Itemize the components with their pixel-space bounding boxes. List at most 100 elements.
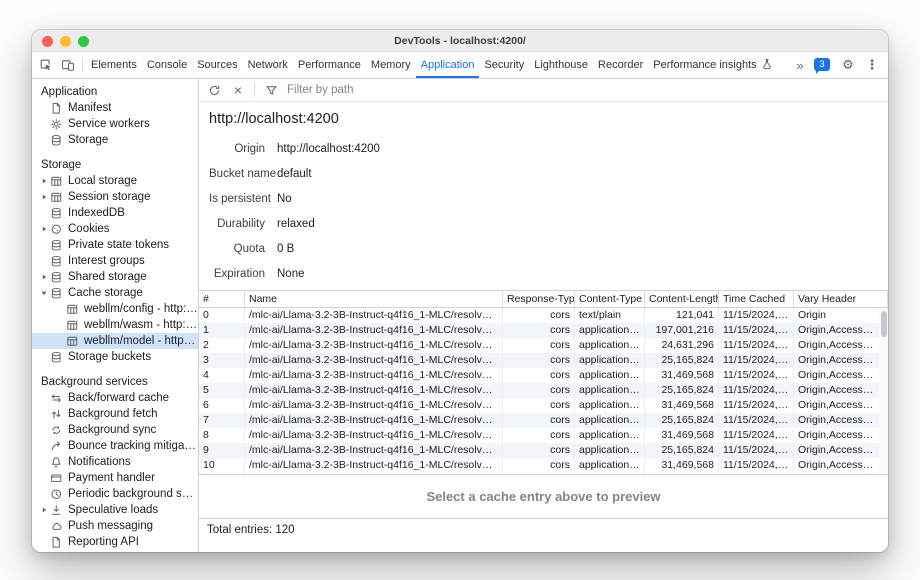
cell-name: /mlc-ai/Llama-3.2-3B-Instruct-q4f16_1-ML… <box>245 398 503 413</box>
cache-entry-row[interactable]: 7/mlc-ai/Llama-3.2-3B-Instruct-q4f16_1-M… <box>199 413 888 428</box>
cache-entry-row[interactable]: 6/mlc-ai/Llama-3.2-3B-Instruct-q4f16_1-M… <box>199 398 888 413</box>
device-toolbar-icon[interactable] <box>57 54 79 76</box>
cache-entry-row[interactable]: 0/mlc-ai/Llama-3.2-3B-Instruct-q4f16_1-M… <box>199 308 888 323</box>
tab-lighthouse[interactable]: Lighthouse <box>529 52 593 78</box>
sidebar-item-cache-storage[interactable]: Cache storage <box>32 285 198 301</box>
cell-vary-header: Origin,Access… <box>794 473 888 475</box>
sidebar-item-speculative-loads[interactable]: Speculative loads <box>32 502 198 518</box>
cell-time-cached: 11/15/2024, 10… <box>719 353 794 368</box>
sidebar-item-label: Interest groups <box>68 255 145 267</box>
cache-entry-row[interactable]: 10/mlc-ai/Llama-3.2-3B-Instruct-q4f16_1-… <box>199 458 888 473</box>
settings-gear-icon[interactable]: ⚙ <box>837 54 859 76</box>
chevron-down-icon[interactable] <box>38 289 49 297</box>
column-header-vary-header[interactable]: Vary Header <box>794 291 888 307</box>
refresh-icon[interactable] <box>203 79 225 101</box>
sidebar-item-interest-groups[interactable]: Interest groups <box>32 253 198 269</box>
sidebar-item-payment-handler[interactable]: Payment handler <box>32 470 198 486</box>
column-header-content-length[interactable]: Content-Length <box>645 291 719 307</box>
chevron-right-icon[interactable] <box>38 273 49 281</box>
flask-icon <box>761 58 773 73</box>
tab-network[interactable]: Network <box>243 52 293 78</box>
cache-entry-row[interactable]: 11/mlc-ai/Llama-3.2-3B-Instruct-q4f16_1-… <box>199 473 888 475</box>
database-icon <box>49 255 64 268</box>
sidebar-item-label: Service workers <box>68 118 150 130</box>
sidebar-item-cookies[interactable]: Cookies <box>32 221 198 237</box>
chevron-right-icon[interactable] <box>38 193 49 201</box>
console-messages-badge[interactable]: 3 <box>814 58 830 71</box>
kebab-menu-icon[interactable]: ⋮ <box>861 54 883 76</box>
sidebar-item-webllm-model-http-loc[interactable]: webllm/model - http://loc… <box>32 333 198 349</box>
sidebar-item-storage-buckets[interactable]: Storage buckets <box>32 349 198 365</box>
tab-application[interactable]: Application <box>416 52 480 78</box>
column-header-name[interactable]: Name <box>245 291 503 307</box>
sidebar-item-back-forward-cache[interactable]: Back/forward cache <box>32 390 198 406</box>
chevron-right-icon[interactable] <box>38 177 49 185</box>
cache-entry-row[interactable]: 2/mlc-ai/Llama-3.2-3B-Instruct-q4f16_1-M… <box>199 338 888 353</box>
cache-entry-row[interactable]: 1/mlc-ai/Llama-3.2-3B-Instruct-q4f16_1-M… <box>199 323 888 338</box>
meta-value: relaxed <box>277 218 315 230</box>
bfcache-icon <box>49 392 64 405</box>
chevron-right-icon[interactable] <box>38 225 49 233</box>
sidebar-item-shared-storage[interactable]: Shared storage <box>32 269 198 285</box>
cell-response-type: cors <box>503 383 575 398</box>
delete-selected-icon[interactable]: × <box>227 79 249 101</box>
inspect-element-icon[interactable] <box>35 54 57 76</box>
tab-performance[interactable]: Performance <box>293 52 366 78</box>
cell-response-type: cors <box>503 323 575 338</box>
database-icon <box>49 271 64 284</box>
column-header-time-cached[interactable]: Time Cached <box>719 291 794 307</box>
tab-sources[interactable]: Sources <box>192 52 242 78</box>
tab-security[interactable]: Security <box>479 52 529 78</box>
titlebar[interactable]: DevTools - localhost:4200/ <box>32 30 888 52</box>
tab-elements[interactable]: Elements <box>86 52 142 78</box>
more-tabs-button[interactable]: » <box>792 54 808 76</box>
cache-entry-row[interactable]: 9/mlc-ai/Llama-3.2-3B-Instruct-q4f16_1-M… <box>199 443 888 458</box>
column-header-response-type[interactable]: Response-Type <box>503 291 575 307</box>
sidebar-item-background-sync[interactable]: Background sync <box>32 422 198 438</box>
minimize-window-button[interactable] <box>60 36 71 47</box>
sidebar-item-private-state-tokens[interactable]: Private state tokens <box>32 237 198 253</box>
sidebar-item-label: Push messaging <box>68 520 153 532</box>
sidebar-item-webllm-wasm-http-loca[interactable]: webllm/wasm - http://loca… <box>32 317 198 333</box>
sidebar-item-webllm-config-http-loc[interactable]: webllm/config - http://loc… <box>32 301 198 317</box>
sidebar-item-indexeddb[interactable]: IndexedDB <box>32 205 198 221</box>
column-header-item[interactable]: # <box>199 291 245 307</box>
sidebar-item-local-storage[interactable]: Local storage <box>32 173 198 189</box>
tab-label: Elements <box>91 59 137 71</box>
sidebar-item-background-fetch[interactable]: Background fetch <box>32 406 198 422</box>
cache-entry-row[interactable]: 4/mlc-ai/Llama-3.2-3B-Instruct-q4f16_1-M… <box>199 368 888 383</box>
cache-entry-row[interactable]: 5/mlc-ai/Llama-3.2-3B-Instruct-q4f16_1-M… <box>199 383 888 398</box>
cell-content-length: 121,041 <box>645 308 719 323</box>
table-scrollbar[interactable] <box>879 309 888 474</box>
cell-time-cached: 11/15/2024, 10… <box>719 458 794 473</box>
sidebar-item-manifest[interactable]: Manifest <box>32 100 198 116</box>
sidebar-item-session-storage[interactable]: Session storage <box>32 189 198 205</box>
tab-memory[interactable]: Memory <box>366 52 416 78</box>
cache-entry-row[interactable]: 8/mlc-ai/Llama-3.2-3B-Instruct-q4f16_1-M… <box>199 428 888 443</box>
sidebar-item-storage[interactable]: Storage <box>32 132 198 148</box>
database-icon <box>49 287 64 300</box>
tab-recorder[interactable]: Recorder <box>593 52 648 78</box>
devtools-tabs: ElementsConsoleSourcesNetworkPerformance… <box>86 52 792 78</box>
sidebar-item-reporting-api[interactable]: Reporting API <box>32 534 198 550</box>
cell-time-cached: 11/15/2024, 10… <box>719 413 794 428</box>
cell-vary-header: Origin,Access… <box>794 443 888 458</box>
scrollbar-thumb[interactable] <box>881 311 887 337</box>
sidebar-item-service-workers[interactable]: Service workers <box>32 116 198 132</box>
tab-console[interactable]: Console <box>142 52 192 78</box>
sidebar-item-periodic-background-sync[interactable]: Periodic background sync <box>32 486 198 502</box>
close-window-button[interactable] <box>42 36 53 47</box>
sidebar-item-notifications[interactable]: Notifications <box>32 454 198 470</box>
cache-metadata-section: http://localhost:4200 Originhttp://local… <box>199 102 888 290</box>
tab-performance-insights[interactable]: Performance insights <box>648 52 777 78</box>
column-header-content-type[interactable]: Content-Type <box>575 291 645 307</box>
cell-content-length: 25,165,824 <box>645 413 719 428</box>
zoom-window-button[interactable] <box>78 36 89 47</box>
tab-label: Console <box>147 59 187 71</box>
chevron-right-icon[interactable] <box>38 506 49 514</box>
sidebar-item-bounce-tracking-mitigations[interactable]: Bounce tracking mitigations <box>32 438 198 454</box>
cell-time-cached: 11/15/2024, 10… <box>719 443 794 458</box>
cache-entry-row[interactable]: 3/mlc-ai/Llama-3.2-3B-Instruct-q4f16_1-M… <box>199 353 888 368</box>
sidebar-item-push-messaging[interactable]: Push messaging <box>32 518 198 534</box>
filter-by-path-input[interactable]: Filter by path <box>287 84 353 96</box>
